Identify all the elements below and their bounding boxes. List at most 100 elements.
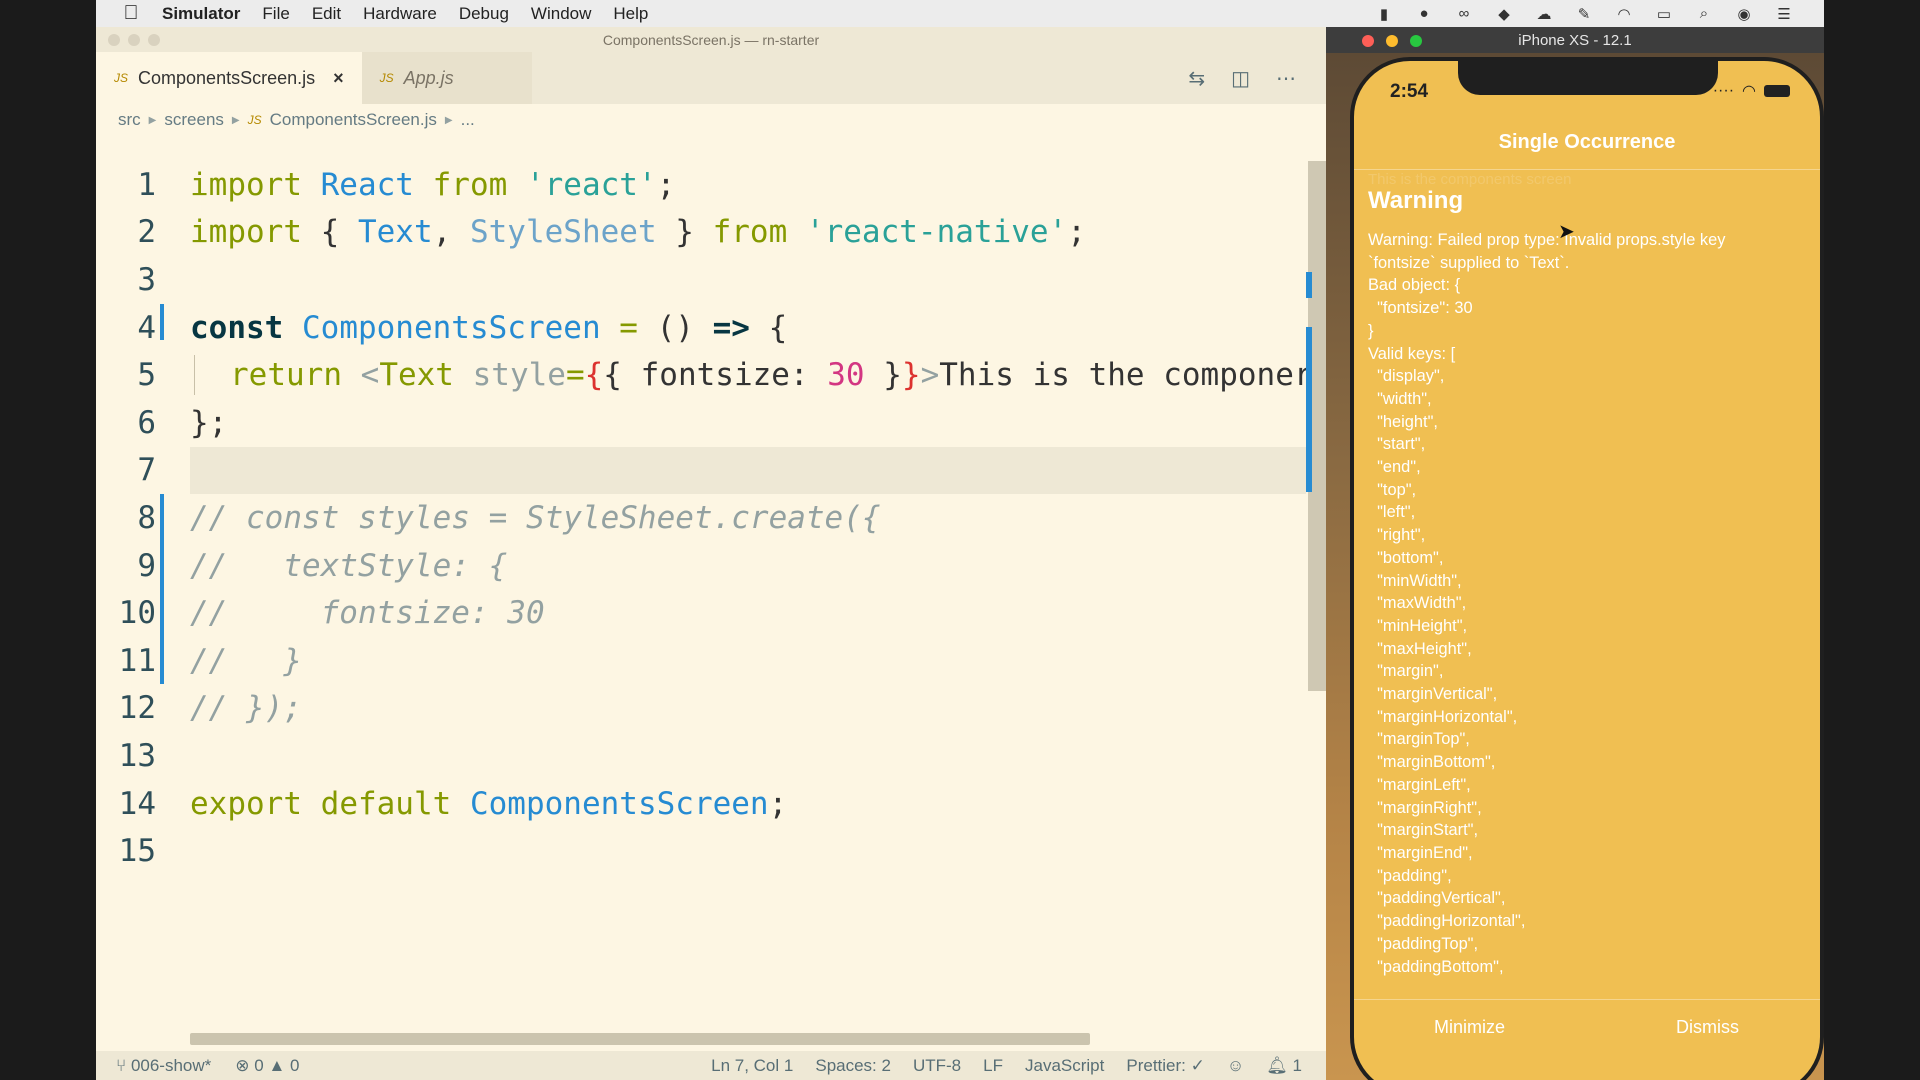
breadcrumb-file[interactable]: ComponentsScreen.js	[270, 110, 437, 130]
code-line: 7	[96, 447, 1306, 495]
phone-status-icons: ···· ◠	[1713, 81, 1790, 101]
apple-icon[interactable]: 	[120, 2, 142, 25]
menu-status-area: ▮ ● ∞ ◆ ☁ ✎ ◠ ▭ ⌕ ◉ ☰	[1374, 0, 1794, 27]
battery-icon	[1764, 85, 1790, 97]
wifi-icon[interactable]: ◠	[1614, 5, 1634, 23]
window-title: ComponentsScreen.js — rn-starter	[602, 31, 820, 48]
divider	[1354, 999, 1820, 1000]
menu-edit[interactable]: Edit	[312, 4, 341, 24]
notification-center-icon[interactable]: ☰	[1774, 5, 1794, 23]
window-title: iPhone XS - 12.1	[1518, 31, 1632, 49]
app-status-icon[interactable]: ▮	[1374, 5, 1394, 23]
mouse-pointer-icon: ➤	[1558, 221, 1575, 243]
end-of-line[interactable]: LF	[983, 1056, 1003, 1076]
desktop-edge-right	[1824, 0, 1920, 1080]
feedback-smiley-icon[interactable]: ☺	[1227, 1056, 1244, 1076]
window-controls	[108, 34, 160, 46]
git-branch[interactable]: ⑂ 006-show*	[116, 1056, 211, 1076]
vscode-window: ComponentsScreen.js — rn-starter JS Comp…	[96, 27, 1326, 1080]
close-tab-icon[interactable]: ×	[333, 68, 344, 89]
menu-window[interactable]: Window	[531, 4, 591, 24]
phone-notch	[1458, 61, 1718, 95]
line-number: 7	[137, 452, 156, 489]
prettier-status[interactable]: Prettier: ✓	[1126, 1056, 1204, 1076]
code-line: 12 // });	[96, 685, 1306, 733]
line-number: 8	[137, 499, 156, 536]
horizontal-scrollbar[interactable]	[190, 1033, 1090, 1045]
battery-icon[interactable]: ▭	[1654, 5, 1674, 23]
code-line: 9 // textStyle: {	[96, 542, 1306, 590]
line-content: import React from 'react';	[190, 166, 676, 203]
menu-file[interactable]: File	[262, 4, 289, 24]
menu-help[interactable]: Help	[613, 4, 648, 24]
indent-guide	[194, 355, 195, 396]
tab-app-js[interactable]: JS App.js	[361, 52, 532, 104]
line-content: // });	[190, 690, 302, 727]
indentation[interactable]: Spaces: 2	[815, 1056, 891, 1076]
line-number: 14	[118, 785, 156, 822]
more-actions-icon[interactable]: ⋯	[1276, 66, 1296, 91]
zoom-window-button[interactable]	[148, 34, 160, 46]
siri-icon[interactable]: ◉	[1734, 5, 1754, 23]
warning-message: Warning: Failed prop type: Invalid props…	[1368, 231, 1726, 976]
cursor-position[interactable]: Ln 7, Col 1	[711, 1056, 793, 1076]
breadcrumb: src ▶ screens ▶ JS ComponentsScreen.js ▶…	[96, 104, 1326, 136]
code-editor[interactable]: 1 import React from 'react'; 2 import { …	[96, 161, 1313, 869]
minimize-window-button[interactable]	[128, 34, 140, 46]
close-window-button[interactable]	[108, 34, 120, 46]
scrollbar-change-marker	[1306, 327, 1312, 492]
cloud-app-icon[interactable]: ☁	[1534, 5, 1554, 23]
breadcrumb-src[interactable]: src	[118, 110, 141, 130]
branch-icon: ⑂	[116, 1055, 131, 1075]
line-number: 11	[118, 642, 156, 679]
split-editor-icon[interactable]: ◫	[1231, 66, 1250, 91]
encoding[interactable]: UTF-8	[913, 1056, 961, 1076]
close-window-button[interactable]	[1362, 35, 1374, 47]
signal-icon: ····	[1712, 82, 1735, 99]
line-number: 6	[137, 404, 156, 441]
glasses-icon[interactable]: ∞	[1454, 5, 1474, 23]
line-content: };	[190, 404, 228, 441]
line-number: 4	[137, 309, 156, 346]
zoom-window-button[interactable]	[1410, 35, 1422, 47]
editor-actions: ⇆ ◫ ⋯	[1188, 52, 1296, 104]
window-controls	[1362, 35, 1422, 47]
menu-debug[interactable]: Debug	[459, 4, 509, 24]
creative-cloud-icon[interactable]: ●	[1414, 5, 1434, 23]
code-line: 11 // }	[96, 637, 1306, 685]
menu-hardware[interactable]: Hardware	[363, 4, 437, 24]
open-changes-icon[interactable]: ⇆	[1188, 66, 1205, 91]
chevron-right-icon: ▶	[231, 114, 240, 126]
bell-icon: 🔔︎	[1266, 1055, 1288, 1075]
menu-app-name[interactable]: Simulator	[162, 4, 240, 24]
chevron-right-icon: ▶	[148, 114, 157, 126]
line-number: 12	[118, 690, 156, 727]
dismiss-button[interactable]: Dismiss	[1676, 1017, 1739, 1038]
warning-icon: ▲	[268, 1055, 290, 1075]
spotlight-search-icon[interactable]: ⌕	[1694, 5, 1714, 23]
js-file-icon: JS	[379, 71, 394, 85]
line-number: 2	[137, 214, 156, 251]
language-mode[interactable]: JavaScript	[1025, 1056, 1104, 1076]
code-line: 6 };	[96, 399, 1306, 447]
breadcrumb-screens[interactable]: screens	[164, 110, 224, 130]
minimize-button[interactable]: Minimize	[1434, 1017, 1505, 1038]
breadcrumb-more[interactable]: ...	[461, 110, 475, 130]
divider	[1354, 169, 1820, 170]
code-line: 13	[96, 732, 1306, 780]
minimize-window-button[interactable]	[1386, 35, 1398, 47]
code-line: 10 // fontsize: 30	[96, 589, 1306, 637]
line-content: // fontsize: 30	[190, 595, 545, 632]
pen-icon[interactable]: ✎	[1574, 5, 1594, 23]
code-line: 2 import { Text, StyleSheet } from 'reac…	[96, 209, 1306, 257]
tab-components-screen[interactable]: JS ComponentsScreen.js ×	[96, 52, 362, 104]
line-number: 10	[118, 595, 156, 632]
line-number: 3	[137, 261, 156, 298]
line-content: // textStyle: {	[190, 547, 508, 584]
notifications[interactable]: 🔔︎ 1	[1266, 1056, 1302, 1076]
tab-label: ComponentsScreen.js	[138, 67, 316, 88]
js-file-icon: JS	[247, 113, 262, 127]
problems-indicator[interactable]: ⊗ 0 ▲ 0	[235, 1056, 299, 1076]
background-app-text: This is the components screen	[1368, 171, 1572, 188]
evernote-icon[interactable]: ◆	[1494, 5, 1514, 23]
